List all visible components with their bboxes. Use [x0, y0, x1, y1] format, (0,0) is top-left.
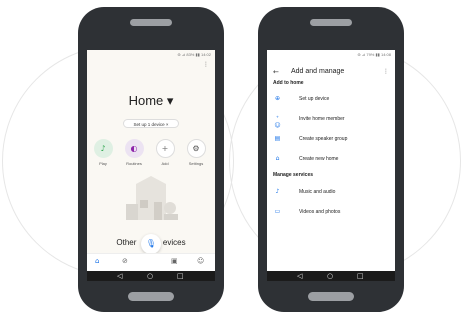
- speaker-group-icon: ▤: [274, 135, 281, 142]
- page-title: Add and manage: [291, 68, 345, 75]
- plus-icon: +: [155, 139, 175, 158]
- manage-services-heading: Manage services: [273, 172, 314, 178]
- back-arrow-icon[interactable]: ←: [273, 68, 279, 76]
- setup-device-chip[interactable]: Set up 1 device ×: [123, 119, 179, 128]
- add-action[interactable]: + Add: [153, 139, 177, 166]
- status-bar: ⊛ ⊿ 83% ▮▮ 14:02: [177, 52, 211, 57]
- gear-icon: ⚙: [186, 139, 206, 158]
- explore-icon[interactable]: ⊘: [122, 257, 128, 265]
- phone-left: ⊛ ⊿ 83% ▮▮ 14:02 ⋮ Home ▾ Set up 1 devic…: [78, 7, 224, 312]
- home-button[interactable]: [128, 292, 174, 301]
- add-to-home-heading: Add to home: [273, 80, 304, 86]
- section-left: Other: [116, 238, 137, 247]
- more-options-icon[interactable]: ⋮: [203, 61, 209, 68]
- menu-label: Videos and photos: [299, 209, 341, 215]
- menu-label: Create speaker group: [299, 136, 348, 142]
- routines-action[interactable]: ◐ Routines: [122, 139, 146, 166]
- person-add-icon: ⁺☺: [274, 115, 281, 129]
- music-note-icon: ♪: [93, 139, 113, 158]
- settings-label: Settings: [188, 161, 204, 166]
- videos-and-photos-item[interactable]: ▭ Videos and photos: [267, 207, 395, 219]
- system-nav-bar: ◁ ○ □: [267, 271, 395, 281]
- menu-label: Invite home member: [299, 116, 345, 122]
- create-new-home-item[interactable]: ⌂ Create new home: [267, 154, 395, 166]
- create-speaker-group-item[interactable]: ▤ Create speaker group: [267, 134, 395, 146]
- music-and-audio-item[interactable]: ♪ Music and audio: [267, 187, 395, 199]
- menu-label: Music and audio: [299, 189, 336, 195]
- music-note-icon: ♪: [275, 188, 280, 195]
- screen-add-and-manage: ⊛ ⊿ 79% ▮▮ 14:08 ← Add and manage ⋮ Add …: [267, 50, 395, 281]
- speaker-grille: [130, 19, 172, 26]
- play-action[interactable]: ♪ Play: [91, 139, 115, 166]
- recents-icon[interactable]: □: [357, 272, 364, 280]
- home-icon[interactable]: ⌂: [95, 257, 99, 265]
- bottom-navigation: ⌂ ⊘ ▣ ☺: [87, 253, 215, 271]
- speaker-grille: [310, 19, 352, 26]
- settings-action[interactable]: ⚙ Settings: [184, 139, 208, 166]
- home-title[interactable]: Home ▾: [87, 93, 215, 109]
- back-icon[interactable]: ◁: [117, 272, 122, 280]
- add-label: Add: [161, 161, 169, 166]
- video-icon: ▭: [274, 208, 281, 215]
- invite-home-member-item[interactable]: ⁺☺ Invite home member: [267, 114, 395, 129]
- routines-icon: ◐: [124, 139, 144, 158]
- screen-home: ⊛ ⊿ 83% ▮▮ 14:02 ⋮ Home ▾ Set up 1 devic…: [87, 50, 215, 281]
- home-button[interactable]: [308, 292, 354, 301]
- status-bar: ⊛ ⊿ 79% ▮▮ 14:08: [357, 52, 391, 57]
- home-circle-icon[interactable]: ○: [147, 272, 153, 280]
- house-illustration: [126, 176, 178, 220]
- back-icon[interactable]: ◁: [297, 272, 302, 280]
- section-right: evices: [162, 238, 186, 247]
- account-icon[interactable]: ☺: [197, 257, 204, 265]
- phone-right: ⊛ ⊿ 79% ▮▮ 14:08 ← Add and manage ⋮ Add …: [258, 7, 404, 312]
- mic-icon[interactable]: 🎙: [141, 234, 161, 254]
- set-up-device-item[interactable]: ⊕ Set up device: [267, 94, 395, 106]
- recents-icon[interactable]: □: [177, 272, 184, 280]
- home-icon: ⌂: [275, 155, 280, 162]
- menu-label: Set up device: [299, 96, 330, 102]
- system-nav-bar: ◁ ○ □: [87, 271, 215, 281]
- home-circle-icon[interactable]: ○: [327, 272, 333, 280]
- media-icon[interactable]: ▣: [171, 257, 178, 265]
- more-options-icon[interactable]: ⋮: [383, 68, 389, 75]
- routines-label: Routines: [126, 161, 142, 166]
- menu-label: Create new home: [299, 156, 339, 162]
- play-label: Play: [99, 161, 107, 166]
- plus-circle-icon: ⊕: [274, 95, 281, 102]
